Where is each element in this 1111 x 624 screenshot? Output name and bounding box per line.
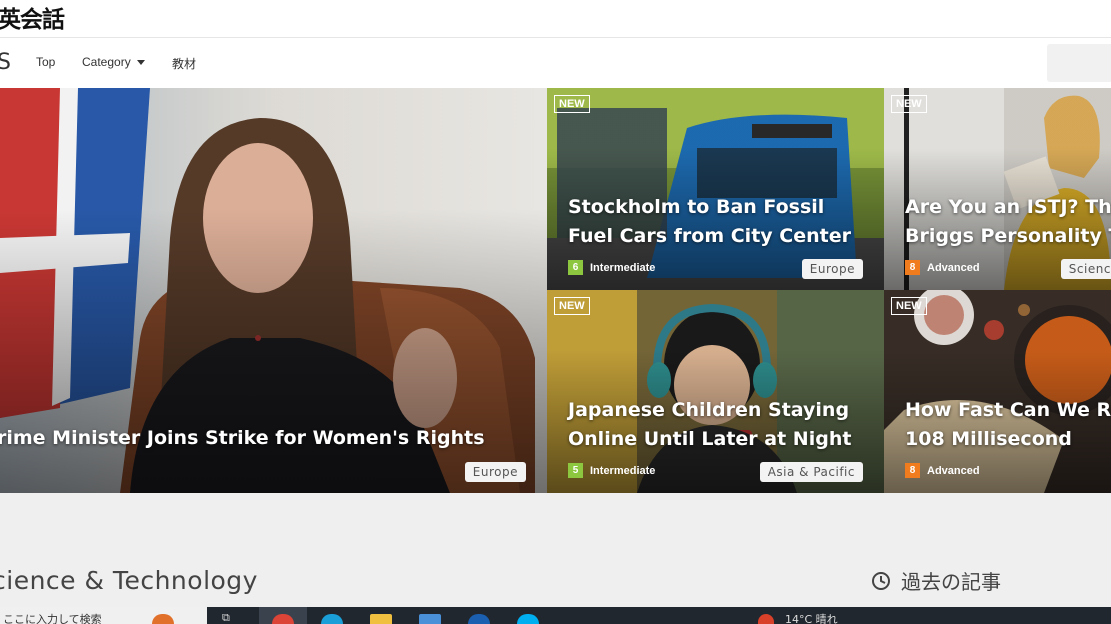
- level-number: 8: [905, 463, 920, 478]
- article-title[interactable]: Are You an ISTJ? The M Briggs Personalit…: [905, 193, 1111, 251]
- taskbar-search[interactable]: ここに入力して検索: [0, 607, 207, 624]
- new-badge: NEW: [891, 95, 927, 113]
- article-card-istj[interactable]: NEW Are You an ISTJ? The M Briggs Person…: [884, 88, 1111, 290]
- clock-icon: [872, 571, 890, 590]
- new-badge: NEW: [891, 297, 927, 315]
- region-tag[interactable]: Asia & Pacific: [759, 462, 863, 482]
- taskbar-view-icon[interactable]: ⧉: [222, 611, 230, 624]
- level-indicator: 8 Advanced: [905, 463, 980, 478]
- nav-item-category-label: Category: [82, 55, 131, 69]
- site-logo[interactable]: 英会話: [0, 0, 65, 34]
- search-input[interactable]: [1047, 44, 1111, 82]
- level-label: Intermediate: [590, 261, 656, 274]
- nav-item-materials[interactable]: 教材: [172, 55, 196, 72]
- region-tag[interactable]: Europe: [801, 259, 863, 279]
- level-indicator: 5 Intermediate: [568, 463, 655, 478]
- level-number: 5: [568, 463, 583, 478]
- level-label: Advanced: [927, 464, 980, 477]
- featured-region-tag[interactable]: Europe: [464, 462, 526, 482]
- windows-taskbar: ここに入力して検索 ⧉ 14°C 晴れ: [0, 607, 1111, 624]
- article-title[interactable]: How Fast Can We Rec Food? 108 Millisecon…: [905, 396, 1111, 454]
- article-card-stockholm[interactable]: NEW Stockholm to Ban Fossil Fuel Cars fr…: [547, 88, 884, 290]
- edge-icon[interactable]: [321, 614, 343, 624]
- article-title[interactable]: Stockholm to Ban Fossil Fuel Cars from C…: [568, 193, 868, 251]
- nav-logo[interactable]: S: [0, 50, 11, 75]
- level-indicator: 6 Intermediate: [568, 260, 655, 275]
- level-label: Intermediate: [590, 464, 656, 477]
- section-title-science[interactable]: cience & Technology: [0, 566, 258, 595]
- nav-item-category[interactable]: Category: [82, 55, 145, 69]
- new-badge: NEW: [554, 297, 590, 315]
- featured-article-card[interactable]: rime Minister Joins Strike for Women's R…: [0, 88, 547, 493]
- store-icon[interactable]: [419, 614, 441, 624]
- level-label: Advanced: [927, 261, 980, 274]
- featured-article-title[interactable]: rime Minister Joins Strike for Women's R…: [0, 424, 485, 453]
- mail-icon[interactable]: [468, 614, 490, 624]
- weather-text[interactable]: 14°C 晴れ: [785, 611, 838, 624]
- chevron-down-icon: [136, 60, 145, 66]
- archive-heading-label: 過去の記事: [901, 570, 1001, 594]
- level-indicator: 8 Advanced: [905, 260, 980, 275]
- region-tag[interactable]: Science &: [1060, 259, 1111, 279]
- site-header: 英会話: [0, 0, 1111, 38]
- article-card-food[interactable]: NEW How Fast Can We Rec Food? 108 Millis…: [884, 290, 1111, 493]
- new-badge: NEW: [554, 95, 590, 113]
- article-card-japanese-children[interactable]: NEW Japanese Children Staying Online Unt…: [547, 290, 884, 493]
- folder-icon[interactable]: [370, 614, 392, 624]
- skype-icon[interactable]: [517, 614, 539, 624]
- main-navbar: S Top Category 教材: [0, 38, 1111, 88]
- article-title[interactable]: Japanese Children Staying Online Until L…: [568, 396, 868, 454]
- featured-grid: rime Minister Joins Strike for Women's R…: [0, 88, 1111, 493]
- nav-item-top[interactable]: Top: [36, 55, 55, 69]
- archive-heading: 過去の記事: [871, 566, 1001, 595]
- notification-icon[interactable]: [758, 614, 774, 624]
- level-number: 6: [568, 260, 583, 275]
- level-number: 8: [905, 260, 920, 275]
